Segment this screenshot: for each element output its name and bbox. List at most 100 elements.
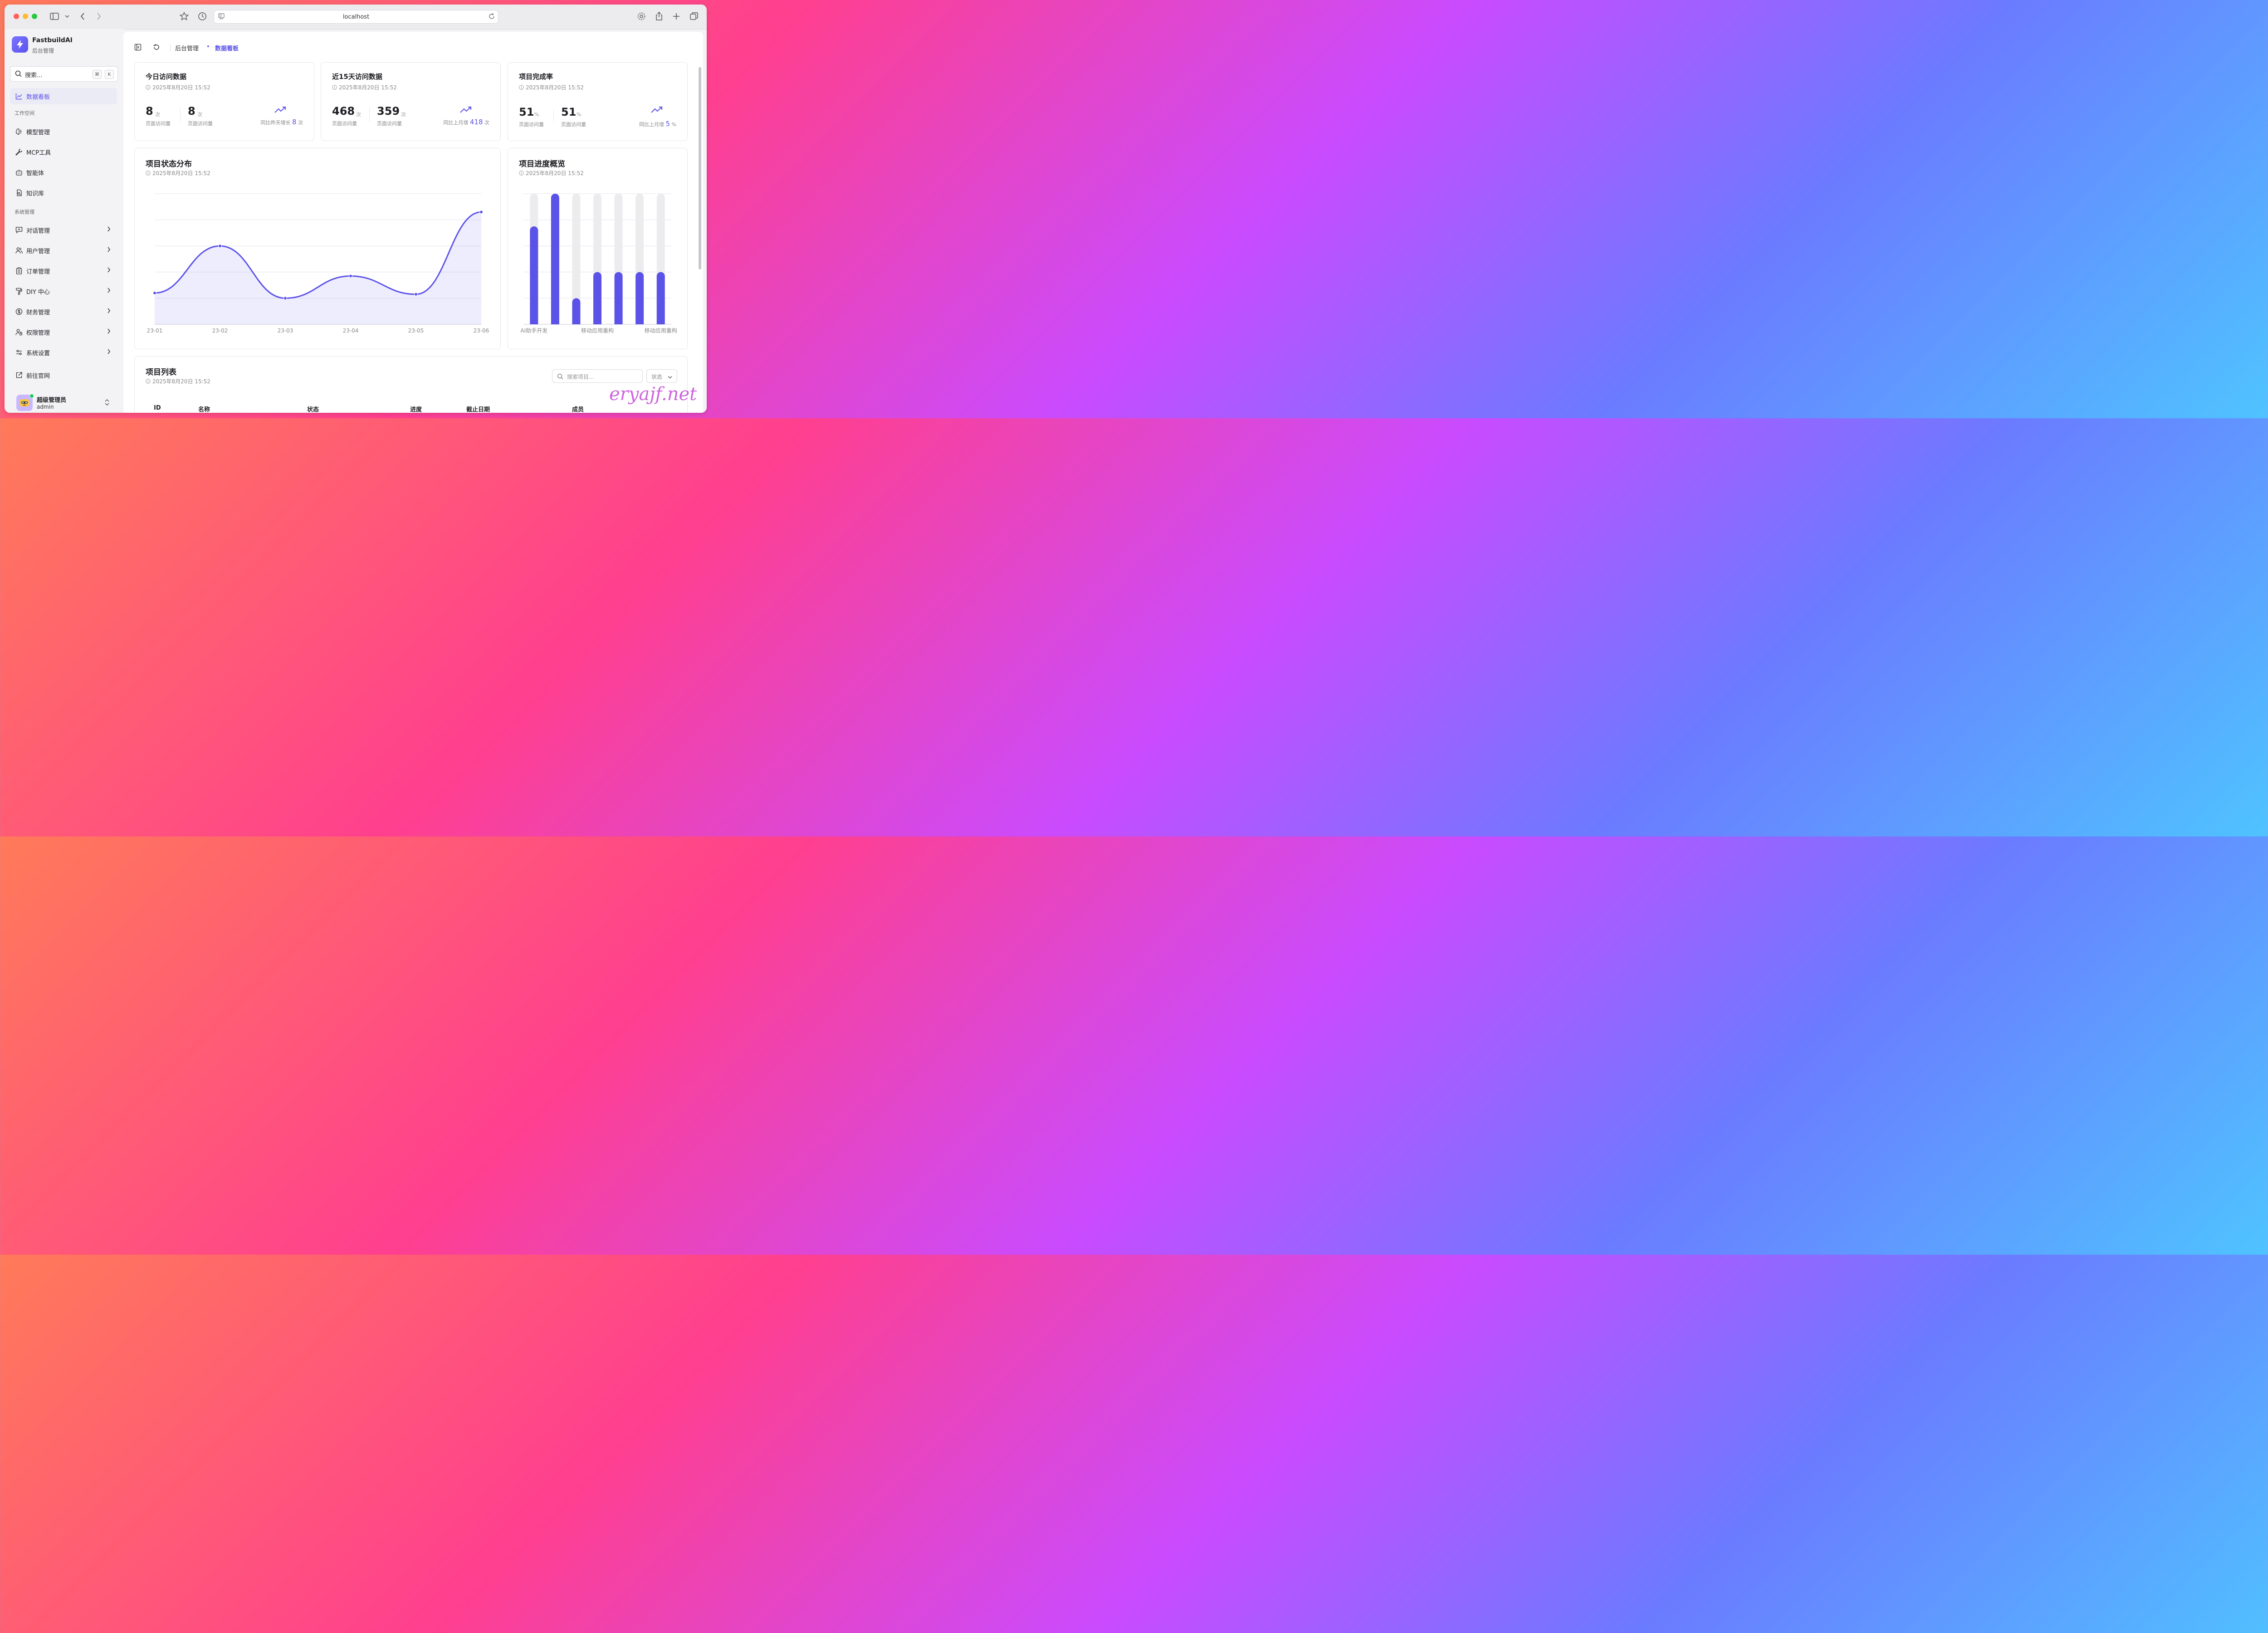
compare-text: 同比上月增 418 次 bbox=[443, 118, 489, 126]
timestamp-text: 2025年8月20日 15:52 bbox=[152, 84, 210, 91]
status-distribution-card: 项目状态分布 2025年8月20日 15:52 23-01 23-02 23-03 2… bbox=[134, 148, 501, 349]
bar[interactable] bbox=[635, 272, 644, 324]
compare-text: 同比昨天增长 8 次 bbox=[260, 118, 303, 126]
stat-value: 51 bbox=[519, 106, 534, 118]
back-icon[interactable] bbox=[77, 11, 88, 22]
card-title: 今日访问数据 bbox=[146, 73, 187, 81]
stat-unit: % bbox=[577, 112, 582, 117]
column-header-members[interactable]: 成员 bbox=[572, 405, 584, 413]
sidebar-item-official-site[interactable]: 前往官网 bbox=[10, 367, 117, 383]
x-tick-label: 移动应用重构 bbox=[645, 327, 677, 334]
main-scrollbar[interactable] bbox=[699, 67, 701, 269]
data-point[interactable] bbox=[153, 291, 156, 295]
chevron-right-icon bbox=[107, 308, 111, 315]
column-header-name[interactable]: 名称 bbox=[198, 405, 210, 413]
data-point[interactable] bbox=[479, 210, 483, 214]
card-timestamp: 2025年8月20日 15:52 bbox=[146, 83, 210, 91]
column-header-progress[interactable]: 进度 bbox=[410, 405, 422, 413]
data-point[interactable] bbox=[284, 296, 287, 300]
system-section-label: 系统管理 bbox=[15, 209, 34, 215]
stat-unit: 次 bbox=[155, 112, 160, 117]
chevrons-up-down-icon[interactable] bbox=[104, 399, 110, 408]
history-icon[interactable] bbox=[197, 11, 208, 22]
data-point[interactable] bbox=[349, 274, 352, 278]
bar[interactable] bbox=[530, 226, 538, 324]
brand-name: FastbuildAI bbox=[32, 37, 73, 44]
sidebar-item-system-settings[interactable]: 系统设置 bbox=[10, 344, 117, 361]
sidebar-item-mcp-tools[interactable]: MCP工具 bbox=[10, 144, 117, 160]
card-timestamp: 2025年8月20日 15:52 bbox=[519, 83, 584, 91]
stat-card-15days: 近15天访问数据 2025年8月20日 15:52 468 次 页面访问量 35… bbox=[321, 62, 501, 141]
sidebar-item-knowledge-base[interactable]: 知识库 bbox=[10, 185, 117, 201]
tab-overview-icon[interactable] bbox=[689, 11, 699, 22]
info-icon bbox=[146, 85, 151, 90]
column-header-deadline[interactable]: 截止日期 bbox=[466, 405, 490, 413]
column-header-id[interactable]: ID bbox=[154, 405, 161, 411]
bar[interactable] bbox=[551, 194, 559, 324]
sidebar-toggle-icon[interactable] bbox=[49, 11, 60, 22]
stat-value: 468 bbox=[332, 105, 355, 117]
refresh-icon[interactable] bbox=[153, 44, 160, 53]
brand-subtitle: 后台管理 bbox=[32, 48, 54, 54]
reload-icon[interactable] bbox=[488, 13, 495, 22]
bookmark-star-icon[interactable] bbox=[179, 11, 190, 22]
x-tick-label: 23-03 bbox=[278, 328, 293, 334]
breadcrumb-parent[interactable]: 后台管理 bbox=[175, 44, 199, 52]
close-window-button[interactable] bbox=[14, 14, 19, 19]
sidebar-item-permissions[interactable]: 权限管理 bbox=[10, 324, 117, 340]
sidebar-item-diy-center[interactable]: DIY 中心 bbox=[10, 283, 117, 299]
project-list-card: 项目列表 2025年8月20日 15:52 搜索项目... 状态 ID 名称 状… bbox=[134, 356, 688, 413]
sidebar-item-label: 订单管理 bbox=[26, 268, 50, 275]
x-tick-label: 23-01 bbox=[147, 328, 163, 334]
bar[interactable] bbox=[614, 272, 623, 324]
status-filter-select[interactable]: 状态 bbox=[646, 369, 677, 383]
compare-unit: % bbox=[671, 122, 676, 127]
sidebar-item-finance[interactable]: 财务管理 bbox=[10, 303, 117, 320]
main-content: 后台管理 • 数据看板 今日访问数据 2025年8月20日 15:52 8 次 … bbox=[123, 32, 703, 413]
search-icon bbox=[557, 373, 563, 381]
bar[interactable] bbox=[572, 298, 581, 324]
app-logo[interactable] bbox=[12, 36, 28, 53]
new-tab-plus-icon[interactable] bbox=[671, 11, 682, 22]
bar[interactable] bbox=[656, 272, 665, 324]
stat-divider bbox=[180, 108, 181, 122]
sidebar-item-label: 数据看板 bbox=[26, 93, 50, 101]
address-bar[interactable]: localhost bbox=[214, 10, 499, 24]
sidebar-item-models[interactable]: 模型管理 bbox=[10, 123, 117, 140]
sidebar-item-label: 对话管理 bbox=[26, 227, 50, 235]
zoom-window-button[interactable] bbox=[32, 14, 37, 19]
card-title: 近15天访问数据 bbox=[332, 73, 382, 81]
column-header-status[interactable]: 状态 bbox=[307, 405, 319, 413]
workspace-section-label: 工作空间 bbox=[15, 110, 34, 116]
minimize-window-button[interactable] bbox=[23, 14, 28, 19]
compare-value: 5 bbox=[665, 120, 670, 128]
settings-gear-icon[interactable] bbox=[636, 11, 647, 22]
data-point[interactable] bbox=[218, 244, 222, 248]
sidebar-item-agents[interactable]: 智能体 bbox=[10, 164, 117, 181]
sidebar-item-label: 用户管理 bbox=[26, 248, 50, 255]
x-tick-label: 23-05 bbox=[408, 328, 424, 334]
sidebar-search-input[interactable]: 搜索... ⌘ K bbox=[10, 66, 118, 82]
forward-icon[interactable] bbox=[93, 11, 104, 22]
chevron-down-icon bbox=[668, 374, 672, 380]
chevron-down-icon[interactable] bbox=[62, 11, 73, 22]
sidebar-item-dashboard[interactable]: 数据看板 bbox=[10, 88, 117, 104]
watermark-text: eryajf.net bbox=[609, 384, 697, 405]
timestamp-text: 2025年8月20日 15:52 bbox=[339, 84, 397, 91]
chevron-right-icon bbox=[107, 328, 111, 336]
compare-prefix: 同比上月增 bbox=[639, 122, 664, 127]
sidebar-item-orders[interactable]: 订单管理 bbox=[10, 263, 117, 279]
panel-left-toggle-icon[interactable] bbox=[134, 44, 142, 53]
project-search-input[interactable]: 搜索项目... bbox=[552, 369, 643, 383]
paint-roller-icon bbox=[15, 288, 23, 295]
message-square-icon bbox=[15, 226, 23, 234]
trending-up-icon bbox=[274, 106, 287, 115]
sidebar-item-conversations[interactable]: 对话管理 bbox=[10, 222, 117, 238]
share-icon[interactable] bbox=[654, 11, 665, 22]
bar[interactable] bbox=[593, 272, 601, 324]
trending-up-icon bbox=[459, 106, 472, 115]
search-placeholder: 搜索... bbox=[25, 72, 43, 79]
sidebar-item-users[interactable]: 用户管理 bbox=[10, 242, 117, 259]
stat-label: 页面访问量 bbox=[519, 122, 544, 127]
data-point[interactable] bbox=[414, 292, 418, 296]
